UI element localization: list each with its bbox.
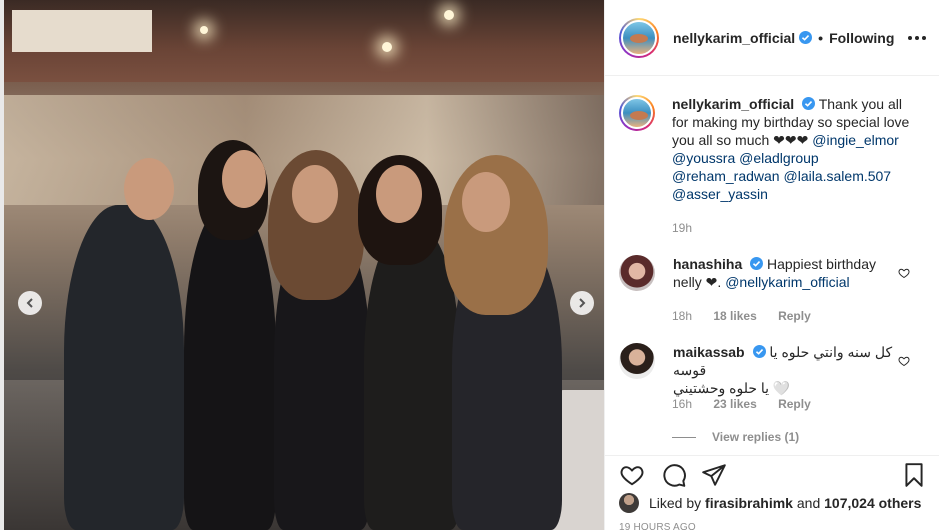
- next-photo-button[interactable]: [570, 291, 594, 315]
- comment-time[interactable]: 18h: [672, 309, 692, 323]
- reply-button[interactable]: Reply: [778, 309, 811, 323]
- photo-person-1-head: [124, 158, 174, 220]
- comment-item: maikassab كل سنه وانتي حلوه يا قوسه 🤍 يا…: [619, 343, 893, 397]
- caption-time[interactable]: 19h: [672, 221, 692, 235]
- liker-avatar[interactable]: [619, 493, 639, 513]
- reply-button[interactable]: Reply: [778, 397, 811, 411]
- photo-lamp: [200, 26, 208, 34]
- photo-person-5-head: [462, 172, 510, 232]
- post-side-panel: nellykarim_official • Following nellykar…: [604, 0, 939, 530]
- verified-badge-icon: [799, 31, 813, 44]
- photo-person-1: [64, 205, 184, 530]
- post-actions: [605, 455, 939, 495]
- photo-lamp: [444, 10, 454, 20]
- mention-link[interactable]: @youssra: [672, 150, 735, 166]
- comment-body: hanashiha Happiest birthday nelly ❤. @ne…: [673, 255, 893, 291]
- photo-ceiling-panel: [12, 10, 152, 52]
- photo-person-4-head: [376, 165, 422, 223]
- view-replies-button[interactable]: View replies (1): [712, 430, 799, 444]
- verified-badge-icon: [750, 257, 764, 270]
- like-comment-heart-icon[interactable]: [898, 267, 910, 279]
- comment-meta: 18h 18 likes Reply: [672, 309, 811, 323]
- save-bookmark-icon[interactable]: [901, 462, 927, 488]
- liker-username[interactable]: firasibrahimk: [705, 495, 793, 511]
- mention-link[interactable]: @laila.salem.507: [784, 168, 892, 184]
- header-separator: •: [818, 29, 824, 46]
- likes-prefix: Liked by: [649, 495, 702, 511]
- comment-likes[interactable]: 18 likes: [713, 309, 756, 323]
- more-options-icon[interactable]: [908, 30, 926, 46]
- comments-list: nellykarim_official Thank you all for ma…: [605, 77, 939, 455]
- caption-body: nellykarim_official Thank you all for ma…: [672, 95, 922, 203]
- comment-avatar[interactable]: [619, 255, 655, 291]
- comment-item: hanashiha Happiest birthday nelly ❤. @ne…: [619, 255, 893, 291]
- photo-person-2: [184, 205, 276, 530]
- header-username[interactable]: nellykarim_official: [673, 30, 795, 46]
- post-header: nellykarim_official • Following: [605, 0, 939, 76]
- prev-photo-button[interactable]: [18, 291, 42, 315]
- chevron-right-icon: [579, 298, 586, 308]
- caption-username[interactable]: nellykarim_official: [672, 96, 794, 112]
- mention-link[interactable]: @eladlgroup: [739, 150, 819, 166]
- comment-username[interactable]: maikassab: [673, 344, 745, 360]
- likes-count-button[interactable]: 107,024 others: [824, 495, 921, 511]
- mention-link[interactable]: @ingie_elmor: [812, 132, 899, 148]
- verified-badge-icon: [752, 345, 766, 358]
- comment-likes[interactable]: 23 likes: [713, 397, 756, 411]
- photo-person-2-head: [222, 150, 266, 208]
- mention-link[interactable]: @asser_yassin: [672, 186, 768, 202]
- like-comment-heart-icon[interactable]: [898, 355, 910, 367]
- post-timestamp[interactable]: 19 HOURS AGO: [619, 522, 696, 530]
- comment-body: maikassab كل سنه وانتي حلوه يا قوسه 🤍 يا…: [673, 343, 893, 397]
- comment-meta: 16h 23 likes Reply: [672, 397, 811, 411]
- likes-middle: and: [796, 495, 821, 511]
- likes-summary: Liked by firasibrahimk and 107,024 other…: [619, 493, 921, 513]
- header-user-block: nellykarim_official • Following: [673, 30, 894, 46]
- comment-avatar[interactable]: [619, 343, 655, 379]
- mention-link[interactable]: @reham_radwan: [672, 168, 780, 184]
- comment-time[interactable]: 16h: [672, 397, 692, 411]
- view-replies-line: [672, 436, 696, 438]
- caption: nellykarim_official Thank you all for ma…: [619, 95, 922, 203]
- comment-bubble-icon[interactable]: [661, 462, 687, 488]
- share-paper-plane-icon[interactable]: [701, 462, 727, 488]
- verified-badge-icon: [802, 97, 816, 110]
- photo-lamp: [382, 42, 392, 52]
- post-photo[interactable]: [0, 0, 604, 530]
- comment-username[interactable]: hanashiha: [673, 256, 742, 272]
- like-heart-icon[interactable]: [619, 462, 645, 488]
- caption-avatar[interactable]: [619, 95, 655, 131]
- following-button[interactable]: Following: [829, 30, 894, 46]
- comment-text-line2: 🤍 يا حلوه وحشتيني: [673, 380, 791, 396]
- mention-link[interactable]: @nellykarim_official: [725, 274, 849, 290]
- chevron-left-icon: [26, 298, 33, 308]
- view-replies-row[interactable]: View replies (1): [672, 430, 799, 444]
- photo-person-3-head: [292, 165, 338, 223]
- author-avatar[interactable]: [619, 17, 659, 58]
